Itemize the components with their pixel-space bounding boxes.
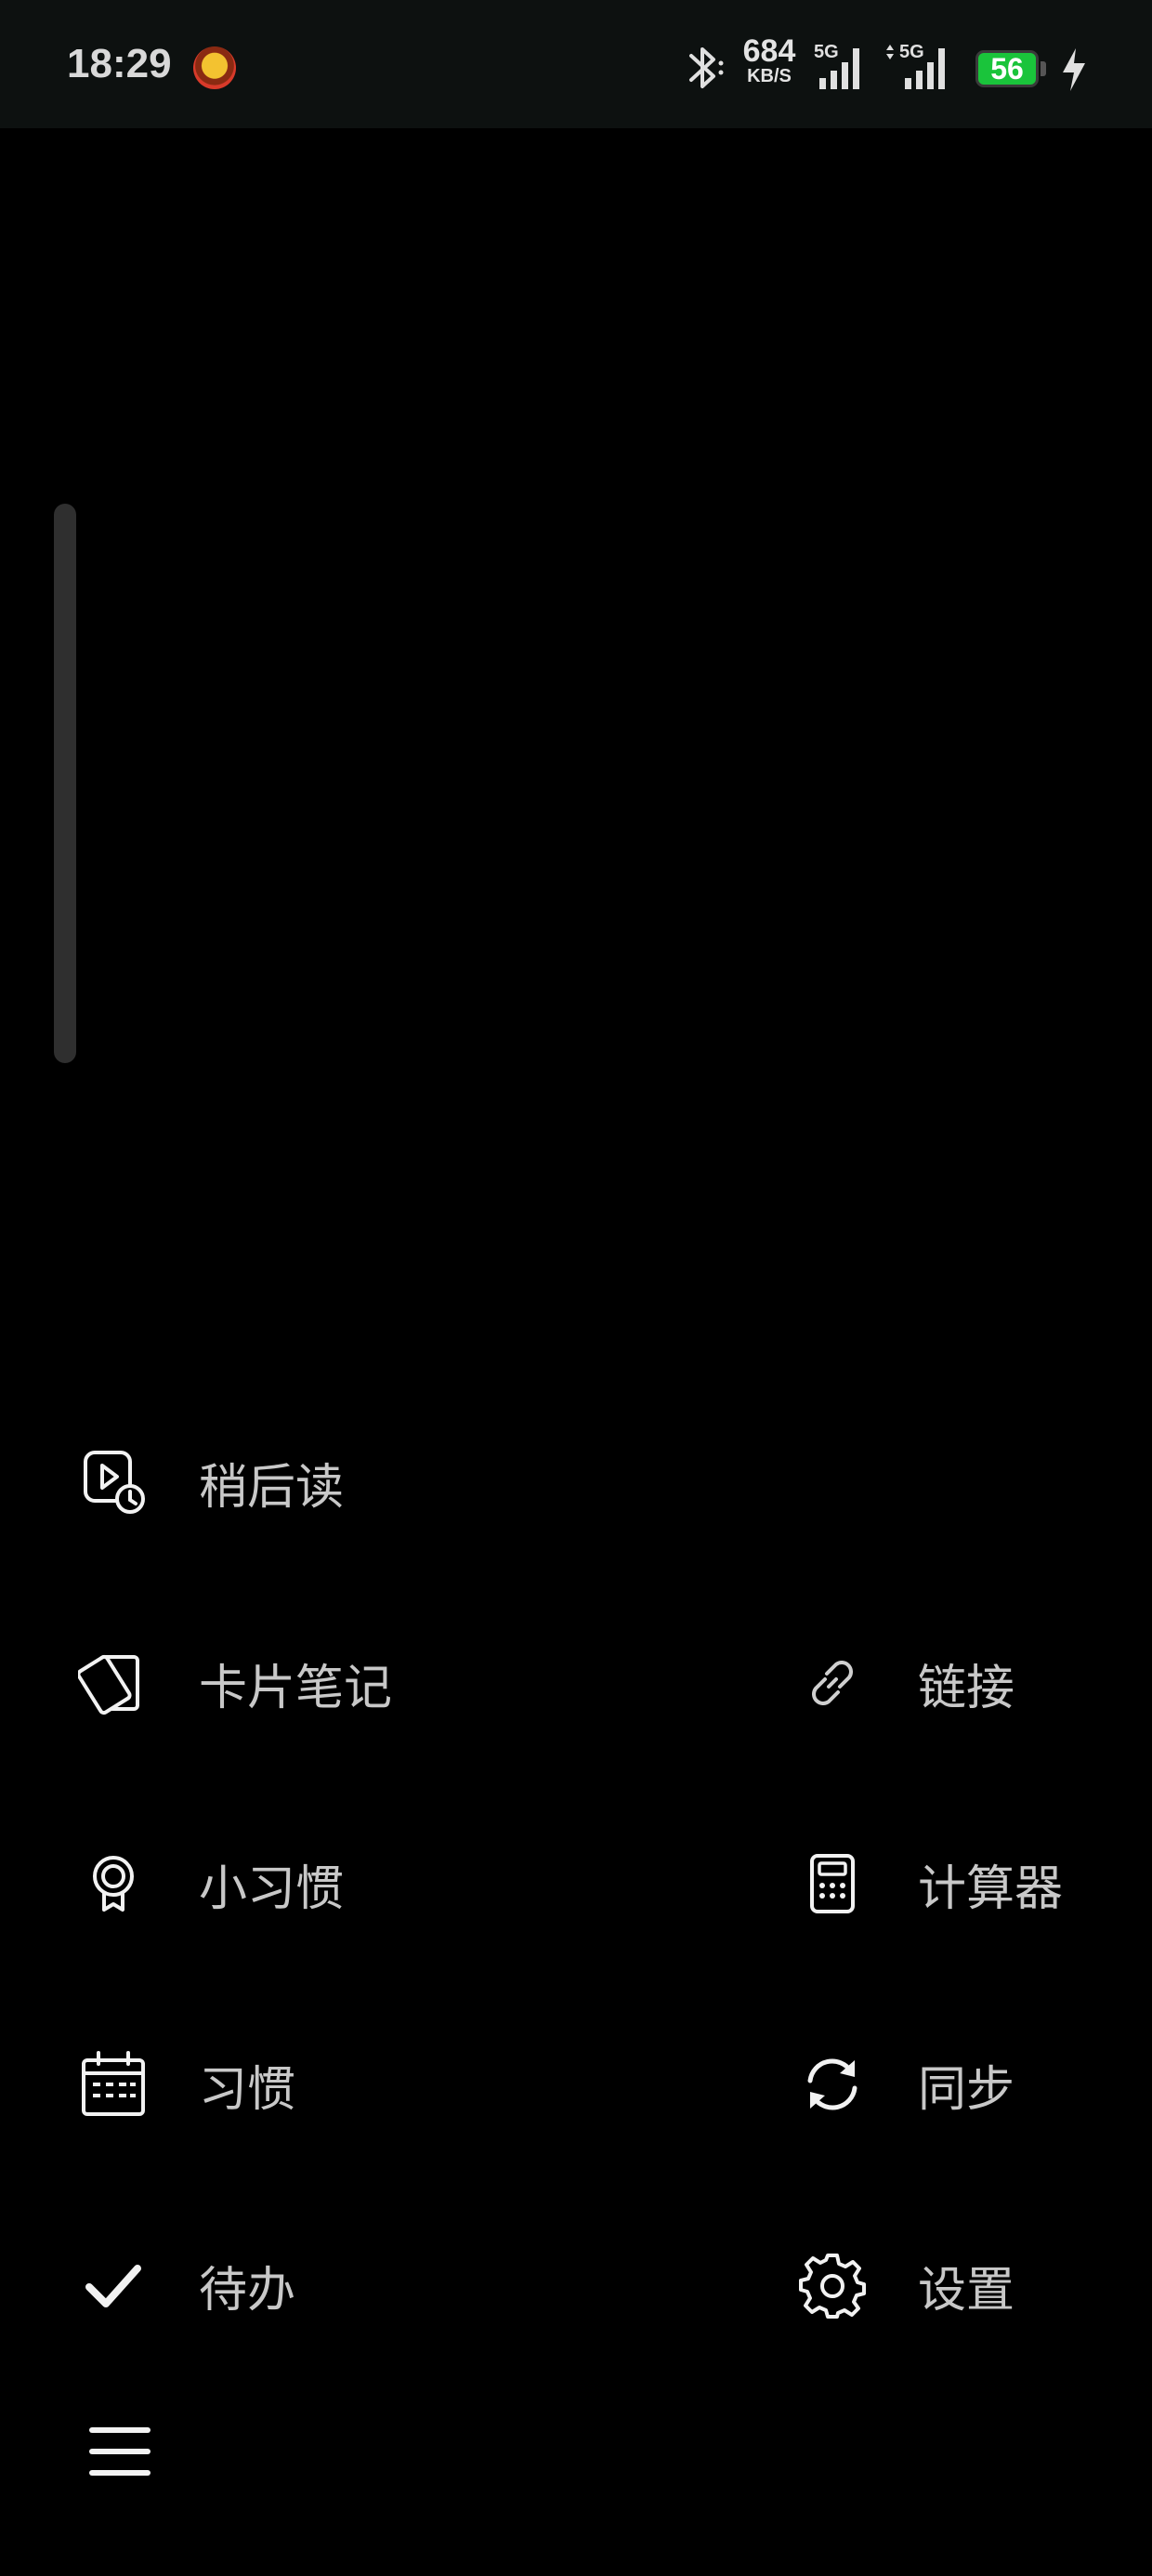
app-notification-icon <box>193 46 236 89</box>
menu-item-label: 习惯 <box>199 2061 296 2118</box>
charging-icon <box>1055 35 1093 100</box>
battery-icon: 56 <box>975 50 1039 87</box>
sync-icon <box>795 2047 870 2122</box>
hamburger-line <box>89 2470 151 2476</box>
menu-item-links[interactable]: 链接 <box>795 1632 1015 1734</box>
calendar-icon <box>76 2047 151 2122</box>
menu-item-read-later[interactable]: 稍后读 <box>76 1431 344 1533</box>
scroll-indicator[interactable] <box>54 504 76 1063</box>
menu-item-sync[interactable]: 同步 <box>795 2033 1015 2136</box>
menu-item-label: 小习惯 <box>199 1860 345 1917</box>
network-speed-value: 684 <box>742 33 796 69</box>
menu-item-label: 卡片笔记 <box>199 1660 393 1716</box>
menu-item-label: 同步 <box>918 2061 1015 2118</box>
battery-level: 56 <box>990 52 1024 85</box>
check-icon <box>76 2248 151 2322</box>
signal-icon: 5G <box>812 35 871 100</box>
menu-item-label: 设置 <box>918 2262 1015 2319</box>
link-icon <box>795 1646 870 1720</box>
hamburger-line <box>89 2427 151 2433</box>
hamburger-line <box>89 2449 151 2454</box>
hamburger-menu-icon[interactable] <box>84 2422 156 2481</box>
menu-item-card-notes[interactable]: 卡片笔记 <box>76 1632 392 1734</box>
menu-item-habit[interactable]: 习惯 <box>76 2033 295 2136</box>
battery-cap <box>1041 61 1046 76</box>
menu-item-todo[interactable]: 待办 <box>76 2234 295 2336</box>
menu-item-label: 待办 <box>199 2262 296 2319</box>
read-later-icon <box>76 1445 151 1519</box>
menu-item-label: 稍后读 <box>199 1459 345 1516</box>
calculator-icon <box>795 1847 870 1921</box>
network-speed-unit: KB/S <box>747 66 792 86</box>
menu-item-mini-habit[interactable]: 小习惯 <box>76 1833 344 1935</box>
status-bar: 18:29 684 KB/S 5G 5G 56 <box>0 0 1152 128</box>
menu-item-label: 链接 <box>918 1660 1015 1716</box>
bluetooth-icon <box>682 35 728 100</box>
network-speed: 684 KB/S <box>740 35 799 100</box>
menu-item-settings[interactable]: 设置 <box>795 2234 1015 2336</box>
gear-icon <box>795 2248 870 2322</box>
menu-item-label: 计算器 <box>918 1860 1064 1917</box>
signal-1-label: 5G <box>814 42 839 62</box>
status-time: 18:29 <box>67 41 172 86</box>
medal-icon <box>76 1847 151 1921</box>
menu-item-calculator[interactable]: 计算器 <box>795 1833 1063 1935</box>
signal-2-label: 5G <box>899 42 924 62</box>
signal-icon: 5G <box>883 35 957 100</box>
cards-icon <box>76 1646 151 1720</box>
